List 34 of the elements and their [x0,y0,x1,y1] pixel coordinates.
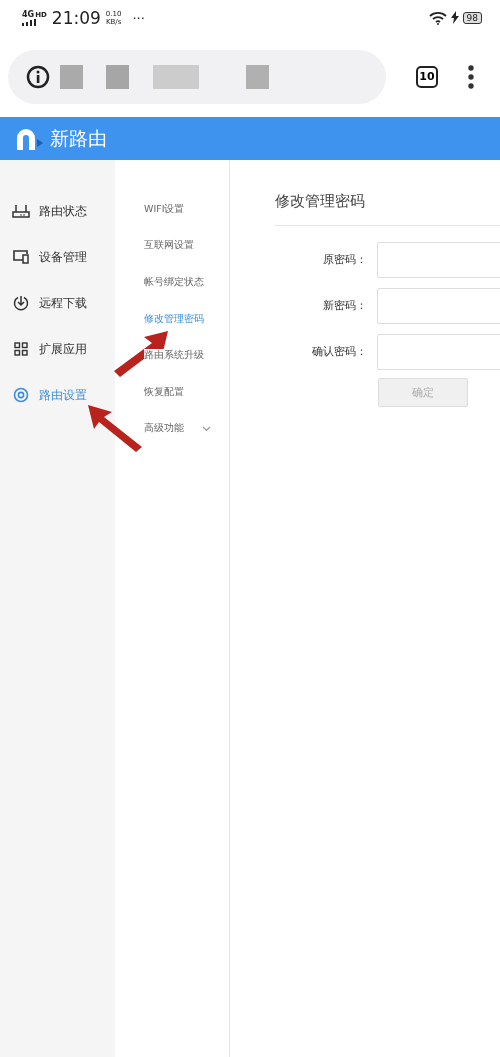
router-icon [12,204,30,218]
password-field[interactable] [377,334,500,370]
sidebar-item[interactable]: 路由状态 [0,188,115,234]
sidebar-item[interactable]: 扩展应用 [0,326,115,372]
field-label: 确认密码： [311,345,367,359]
submenu-item[interactable]: WIFI设置 [144,202,185,216]
submenu-item[interactable]: 帐号绑定状态 [144,276,204,289]
logo-icon [14,126,44,151]
settings-icon [13,387,29,403]
more-notifications: ··· [132,10,145,26]
submenu-item[interactable]: 路由系统升级 [144,349,204,363]
password-field[interactable] [377,288,500,324]
password-field[interactable] [377,242,500,278]
download-icon [13,295,29,311]
sidebar-item[interactable]: 设备管理 [0,234,115,280]
wifi-icon [428,11,447,25]
menu-icon[interactable] [468,64,474,89]
chevron-down-icon[interactable] [202,425,211,432]
submenu-item[interactable]: 高级功能 [144,422,184,436]
app-title: 新路由 [50,125,107,151]
field-label: 原密码： [322,253,367,267]
battery-level: 98 [462,12,482,24]
tab-switcher-button[interactable]: 10 [416,65,438,88]
clock-time: 21:09 [51,8,101,28]
sidebar-item[interactable]: 路由设置 [0,372,115,418]
info-icon[interactable] [26,64,50,89]
submenu-item[interactable]: 修改管理密码 [144,312,204,326]
page-title: 修改管理密码 [275,180,500,226]
submenu-item[interactable]: 互联网设置 [144,239,194,253]
devices-icon [13,250,29,264]
sidebar-item[interactable]: 远程下载 [0,280,115,326]
field-label: 新密码： [322,299,367,313]
grid-icon [14,342,28,356]
submenu-item[interactable]: 恢复配置 [144,385,184,399]
